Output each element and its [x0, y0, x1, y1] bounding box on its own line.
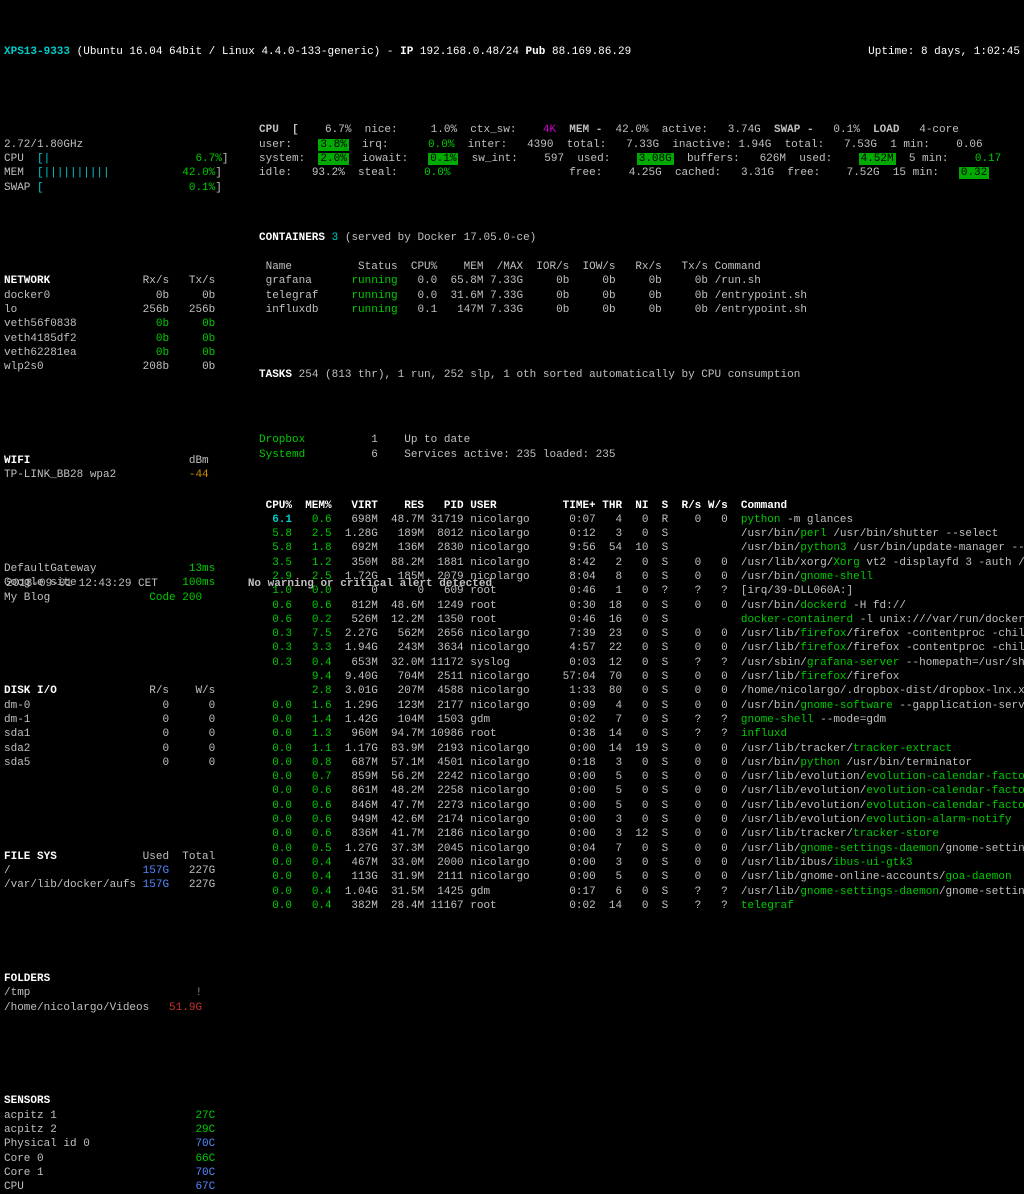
- wifi-block: WIFI dBm TP-LINK_BB28 wpa2 -44: [4, 440, 259, 497]
- filesys-block: FILE SYS Used Total / 157G 227G /var/lib…: [4, 835, 259, 906]
- amps-block: Dropbox 1 Up to date Systemd 6 Services …: [259, 419, 1024, 462]
- network-block: NETWORK Rx/s Tx/s docker0 0b 0b lo 256b …: [4, 260, 259, 389]
- footer: 2018-09-01 12:43:29 CETNo warning or cri…: [6, 577, 1018, 591]
- sensors-block: SENSORS acpitz 1 27C acpitz 2 29C Physic…: [4, 1080, 259, 1194]
- titlebar: XPS13-9333 (Ubuntu 16.04 64bit / Linux 4…: [0, 43, 1024, 62]
- tasks-block: TASKS 254 (813 thr), 1 run, 252 slp, 1 o…: [259, 354, 1024, 383]
- cpu-detail: CPU [ 6.7% nice: 1.0% ctx_sw: 4K MEM - 4…: [259, 109, 1024, 180]
- diskio-block: DISK I/O R/s W/s dm-0 0 0 dm-1 0 0 sda1 …: [4, 670, 259, 784]
- containers-block: CONTAINERS 3 (served by Docker 17.05.0-c…: [259, 217, 1024, 317]
- process-list[interactable]: CPU% MEM% VIRT RES PID USER TIME+ THR NI…: [259, 499, 1024, 914]
- folders-block: FOLDERS /tmp ! /home/nicolargo/Videos 51…: [4, 958, 259, 1029]
- quicklook: 2.72/1.80GHz CPU [| 6.7%] MEM [|||||||||…: [4, 123, 259, 209]
